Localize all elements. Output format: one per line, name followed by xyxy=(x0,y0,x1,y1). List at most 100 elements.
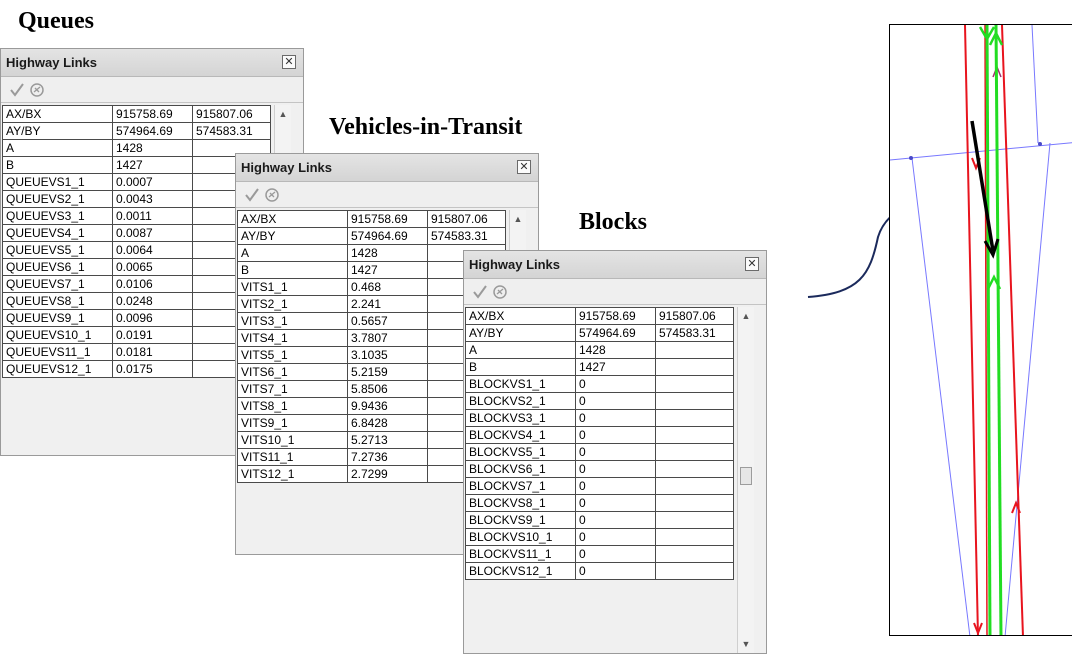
field-value-cell[interactable]: 915758.69 xyxy=(112,105,193,123)
field-value-cell[interactable]: 915758.69 xyxy=(575,307,656,325)
field-value-cell[interactable] xyxy=(655,358,734,376)
field-value-cell[interactable] xyxy=(655,545,734,563)
field-value-cell[interactable]: 0.0043 xyxy=(112,190,193,208)
field-value-cell[interactable]: 0 xyxy=(575,562,656,580)
field-value-cell[interactable] xyxy=(655,443,734,461)
field-value-cell[interactable]: 0 xyxy=(575,511,656,529)
panel-titlebar[interactable]: Highway Links ✕ xyxy=(464,251,766,279)
scroll-up-icon[interactable]: ▲ xyxy=(738,309,754,323)
link-icon[interactable] xyxy=(492,284,508,300)
field-value-cell[interactable]: 1427 xyxy=(112,156,193,174)
field-value-cell[interactable] xyxy=(655,562,734,580)
scroll-up-icon[interactable]: ▲ xyxy=(510,212,526,226)
field-value-cell[interactable]: 0 xyxy=(575,460,656,478)
table-row: BLOCKVS5_1 0 xyxy=(465,443,734,461)
field-value-cell[interactable]: 0 xyxy=(575,392,656,410)
field-value-cell[interactable]: 0 xyxy=(575,443,656,461)
field-value-cell[interactable]: 0.0011 xyxy=(112,207,193,225)
field-value-cell[interactable]: 0.0106 xyxy=(112,275,193,293)
field-value-cell[interactable] xyxy=(655,494,734,512)
table-row: B 1427 xyxy=(2,156,271,174)
field-value-cell[interactable]: 574964.69 xyxy=(347,227,428,245)
field-value-cell[interactable] xyxy=(655,426,734,444)
field-value-cell[interactable]: 0.0087 xyxy=(112,224,193,242)
field-value-cell[interactable]: 0.0096 xyxy=(112,309,193,327)
link-icon[interactable] xyxy=(29,82,45,98)
green-link-1 xyxy=(985,25,992,635)
field-value-cell[interactable]: 2.241 xyxy=(347,295,428,313)
checkmark-icon[interactable] xyxy=(9,82,25,98)
field-name-cell: BLOCKVS6_1 xyxy=(465,460,576,478)
field-value-cell[interactable]: 5.8506 xyxy=(347,380,428,398)
field-name-cell: VITS7_1 xyxy=(237,380,348,398)
grid-scrollbar[interactable]: ▲ ▼ xyxy=(737,307,754,653)
field-value-cell[interactable]: 0.0175 xyxy=(112,360,193,378)
field-value-cell[interactable]: 0.0181 xyxy=(112,343,193,361)
panel-titlebar[interactable]: Highway Links ✕ xyxy=(236,154,538,182)
field-value-cell[interactable]: 9.9436 xyxy=(347,397,428,415)
field-value-cell[interactable]: 915758.69 xyxy=(347,210,428,228)
field-value-cell[interactable]: 0 xyxy=(575,528,656,546)
field-value-cell[interactable]: 3.1035 xyxy=(347,346,428,364)
field-value-cell[interactable] xyxy=(655,460,734,478)
green-link-2 xyxy=(994,25,1003,635)
field-value-cell[interactable]: 574964.69 xyxy=(112,122,193,140)
field-value-cell[interactable]: 574964.69 xyxy=(575,324,656,342)
panel-titlebar[interactable]: Highway Links ✕ xyxy=(1,49,303,77)
field-name-cell: QUEUEVS6_1 xyxy=(2,258,113,276)
field-value-cell[interactable]: 1427 xyxy=(347,261,428,279)
scroll-up-icon[interactable]: ▲ xyxy=(275,107,291,121)
field-value-cell[interactable]: 0.0065 xyxy=(112,258,193,276)
field-value-cell[interactable]: 2.7299 xyxy=(347,465,428,483)
field-value-cell[interactable]: 915807.06 xyxy=(192,105,271,123)
field-value-cell[interactable] xyxy=(655,511,734,529)
field-value-cell[interactable]: 0 xyxy=(575,494,656,512)
field-value-cell[interactable]: 3.7807 xyxy=(347,329,428,347)
field-value-cell[interactable]: 915807.06 xyxy=(427,210,506,228)
field-value-cell[interactable] xyxy=(655,409,734,427)
field-value-cell[interactable]: 0.5657 xyxy=(347,312,428,330)
field-value-cell[interactable]: 1427 xyxy=(575,358,656,376)
field-value-cell[interactable]: 0.0248 xyxy=(112,292,193,310)
field-name-cell: BLOCKVS1_1 xyxy=(465,375,576,393)
field-name-cell: AX/BX xyxy=(237,210,348,228)
close-icon[interactable]: ✕ xyxy=(282,55,296,69)
checkmark-icon[interactable] xyxy=(472,284,488,300)
field-value-cell[interactable] xyxy=(655,341,734,359)
field-name-cell: VITS9_1 xyxy=(237,414,348,432)
panel-toolbar xyxy=(236,182,538,208)
field-value-cell[interactable]: 0.0007 xyxy=(112,173,193,191)
field-value-cell[interactable]: 574583.31 xyxy=(427,227,506,245)
field-value-cell[interactable]: 0.0191 xyxy=(112,326,193,344)
scroll-thumb[interactable] xyxy=(740,467,752,485)
field-value-cell[interactable]: 0 xyxy=(575,477,656,495)
field-value-cell[interactable]: 7.2736 xyxy=(347,448,428,466)
field-value-cell[interactable] xyxy=(655,477,734,495)
field-value-cell[interactable]: 1428 xyxy=(575,341,656,359)
field-value-cell[interactable]: 0 xyxy=(575,545,656,563)
field-value-cell[interactable]: 915807.06 xyxy=(655,307,734,325)
blocks-heading: Blocks xyxy=(579,209,648,235)
field-value-cell[interactable]: 0.468 xyxy=(347,278,428,296)
field-value-cell[interactable]: 0 xyxy=(575,409,656,427)
close-icon[interactable]: ✕ xyxy=(745,257,759,271)
field-value-cell[interactable]: 0 xyxy=(575,375,656,393)
field-value-cell[interactable]: 0.0064 xyxy=(112,241,193,259)
checkmark-icon[interactable] xyxy=(244,187,260,203)
field-value-cell[interactable]: 6.8428 xyxy=(347,414,428,432)
network-map-view[interactable] xyxy=(889,24,1072,636)
field-value-cell[interactable]: 574583.31 xyxy=(192,122,271,140)
field-value-cell[interactable]: 1428 xyxy=(112,139,193,157)
close-icon[interactable]: ✕ xyxy=(517,160,531,174)
field-value-cell[interactable]: 574583.31 xyxy=(655,324,734,342)
field-value-cell[interactable]: 5.2159 xyxy=(347,363,428,381)
field-value-cell[interactable]: 5.2713 xyxy=(347,431,428,449)
scroll-down-icon[interactable]: ▼ xyxy=(738,637,754,651)
field-value-cell[interactable] xyxy=(655,392,734,410)
field-value-cell[interactable]: 0 xyxy=(575,426,656,444)
field-value-cell[interactable] xyxy=(655,375,734,393)
panel-toolbar xyxy=(464,279,766,305)
field-value-cell[interactable] xyxy=(655,528,734,546)
link-icon[interactable] xyxy=(264,187,280,203)
field-value-cell[interactable]: 1428 xyxy=(347,244,428,262)
